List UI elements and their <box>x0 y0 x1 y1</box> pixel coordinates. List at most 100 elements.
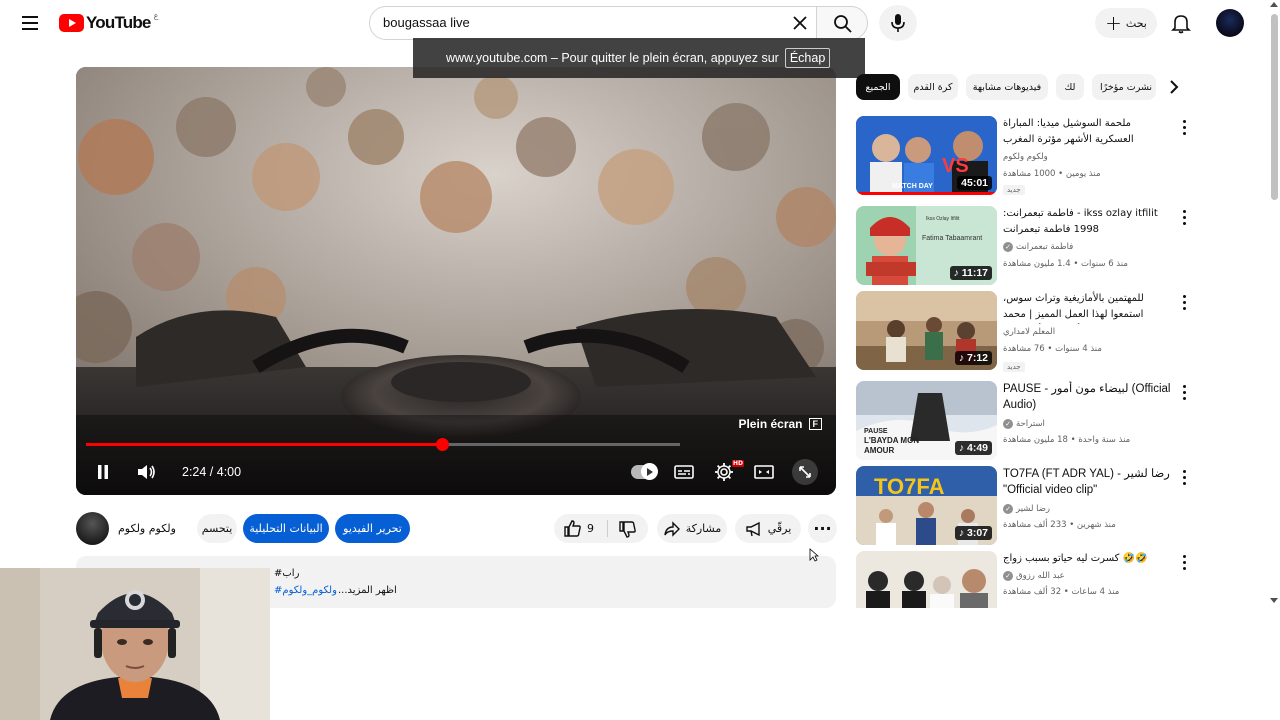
channel-avatar[interactable] <box>76 512 109 545</box>
chip-recently-uploaded[interactable]: نشرت مؤخرًا <box>1092 74 1156 100</box>
analytics-label: البيانات التحليلية <box>249 522 323 535</box>
volume-icon[interactable] <box>135 461 157 483</box>
notifications-bell-icon[interactable] <box>1170 12 1192 34</box>
youtube-logo[interactable]: YouTube ع <box>59 10 159 33</box>
progress-played <box>86 443 443 446</box>
new-badge: جديد <box>1003 362 1025 372</box>
chip-label: كرة القدم <box>913 81 953 93</box>
search-box <box>369 6 817 40</box>
video-thumbnail[interactable] <box>856 291 997 370</box>
promote-label: يرقّي <box>767 522 792 535</box>
edit-video-button[interactable]: تحرير الفيديو <box>335 514 410 543</box>
recommendation-channel[interactable]: المعلم لامداري <box>1003 327 1055 337</box>
pause-icon[interactable] <box>92 461 114 483</box>
time-display: 2:24 / 4:00 <box>182 465 242 479</box>
more-options-icon[interactable] <box>1179 468 1189 486</box>
recommendation-item[interactable]: PAUSE L'BAYDA MON AMOUR ♪ 4:49 PAUSE - ل… <box>856 381 1196 461</box>
recommendation-title[interactable]: PAUSE - لبيضاء مون أمور (Official Audio) <box>1003 381 1171 413</box>
video-thumbnail[interactable] <box>856 551 997 608</box>
verified-check-icon: ✓ <box>1003 419 1013 429</box>
share-arrow-icon <box>664 520 680 537</box>
recommendation-item[interactable]: Ikss Ozlay Itfilit Fatima Tabaamrant ♪ 1… <box>856 206 1196 286</box>
recommendation-channel[interactable]: استراحة ✓ <box>1003 419 1045 429</box>
scroll-down-arrow-icon[interactable] <box>1270 598 1278 603</box>
chip-all[interactable]: الجميع <box>856 74 900 100</box>
description-hashtag[interactable]: #ولكوم_ولكوم <box>274 585 337 596</box>
recommendation-channel[interactable]: فاطمة تبعمرانت ✓ <box>1003 242 1073 252</box>
like-thumb-icon[interactable] <box>563 519 582 538</box>
analytics-button[interactable]: البيانات التحليلية <box>243 514 329 543</box>
share-button[interactable]: مشاركة <box>657 514 727 543</box>
video-thumbnail[interactable]: TO7FA <box>856 466 997 545</box>
account-avatar[interactable] <box>1216 9 1244 37</box>
verified-check-icon: ✓ <box>1003 242 1013 252</box>
channel-name[interactable]: ولكوم ولكوم <box>118 522 176 535</box>
clear-search-icon[interactable] <box>790 13 810 33</box>
recommendation-title[interactable]: TO7FA (FT ADR YAL) - رضا لشير "Official … <box>1003 466 1171 498</box>
recommendation-item[interactable]: VS MATCH DAY 45:01 ملحمة السوشيل ميديا: … <box>856 116 1196 196</box>
fullscreen-shortcut-key: F <box>808 418 822 430</box>
recommendation-item[interactable]: 🤣🤣 كسرت ليه حياتو بسبب زواج عبد الله رزو… <box>856 551 1196 608</box>
svg-text:L'BAYDA MON: L'BAYDA MON <box>864 436 919 445</box>
like-count: 9 <box>587 522 594 535</box>
recommendation-title[interactable]: للمهتمين بالأمازيغية وتراث سوس، استمعوا … <box>1003 291 1171 324</box>
page-scrollbar[interactable] <box>1268 0 1280 610</box>
more-dots-icon: ··· <box>813 518 832 538</box>
recommendation-title[interactable]: 🤣🤣 كسرت ليه حياتو بسبب زواج <box>1003 551 1171 567</box>
player-controls: 2:24 / 4:00 HD <box>76 447 836 495</box>
mouse-cursor-icon <box>809 548 819 562</box>
more-options-icon[interactable] <box>1179 208 1189 226</box>
video-thumbnail[interactable]: PAUSE L'BAYDA MON AMOUR <box>856 381 997 460</box>
svg-text:PAUSE: PAUSE <box>864 428 888 435</box>
video-player[interactable]: Plein écran F 2:24 / 4:00 HD <box>76 67 836 495</box>
voice-search-button[interactable] <box>879 5 917 41</box>
search-button[interactable] <box>816 6 868 40</box>
scrollbar-thumb[interactable] <box>1271 14 1278 200</box>
chevron-right-icon[interactable] <box>1164 77 1184 97</box>
menu-icon[interactable] <box>18 12 42 36</box>
show-more-link[interactable]: ...اظهر المزيد <box>338 585 397 596</box>
like-divider <box>607 520 608 537</box>
video-thumbnail[interactable]: Ikss Ozlay Itfilit Fatima Tabaamrant <box>856 206 997 285</box>
customize-channel-button[interactable]: يتحسم <box>197 514 237 543</box>
more-options-icon[interactable] <box>1179 118 1189 136</box>
recommendation-item[interactable]: ♪ 7:12 للمهتمين بالأمازيغية وتراث سوس، ا… <box>856 291 1196 372</box>
recommendation-meta: منذ 4 ساعات • 32 ألف مشاهدة <box>1003 587 1120 597</box>
subtitles-icon[interactable] <box>673 461 695 483</box>
chip-for-you[interactable]: لك <box>1056 74 1084 100</box>
chip-football[interactable]: كرة القدم <box>908 74 958 100</box>
fullscreen-notice: www.youtube.com – Pour quitter le plein … <box>413 38 865 78</box>
recommendation-meta: منذ 4 سنوات • 76 مشاهدة <box>1003 344 1102 354</box>
promote-button[interactable]: يرقّي <box>735 514 801 543</box>
autoplay-toggle[interactable] <box>631 463 658 480</box>
svg-text:TO7FA: TO7FA <box>874 474 945 499</box>
recommendation-channel[interactable]: عبد الله رزوق ✓ <box>1003 571 1065 581</box>
hd-badge: HD <box>732 460 745 467</box>
description-tag: #راب <box>274 568 300 579</box>
more-actions-button[interactable]: ··· <box>808 514 837 543</box>
svg-text:VS: VS <box>942 155 969 177</box>
logo-country-code: ع <box>153 10 159 20</box>
search-input[interactable] <box>383 15 763 30</box>
recommendation-meta: منذ سنة واحدة • 18 مليون مشاهدة <box>1003 435 1131 445</box>
verified-check-icon: ✓ <box>1003 504 1013 514</box>
progress-bar[interactable] <box>86 438 680 451</box>
recommendation-meta: منذ يومين • 1000 مشاهدة <box>1003 169 1101 179</box>
recommendation-channel[interactable]: ولكوم ولكوم <box>1003 152 1048 162</box>
more-options-icon[interactable] <box>1179 553 1189 571</box>
scroll-up-arrow-icon[interactable] <box>1270 2 1278 7</box>
recommendation-item[interactable]: TO7FA ♪ 3:07 TO7FA (FT ADR YAL) - رضا لش… <box>856 466 1196 546</box>
exit-fullscreen-icon[interactable] <box>792 459 818 485</box>
create-button[interactable]: + بحث <box>1095 8 1157 38</box>
recommendation-title[interactable]: ملحمة السوشيل ميديا: المباراة العسكرية ا… <box>1003 116 1171 148</box>
recommendation-channel[interactable]: رضا لشير ✓ <box>1003 504 1050 514</box>
more-options-icon[interactable] <box>1179 293 1189 311</box>
dislike-thumb-icon[interactable] <box>618 520 637 539</box>
more-options-icon[interactable] <box>1179 383 1189 401</box>
theater-mode-icon[interactable] <box>753 461 775 483</box>
recommendation-title[interactable]: ikss ozlay itfilit - فاطمة تبعمرانت: 199… <box>1003 206 1171 238</box>
channel-name: فاطمة تبعمرانت <box>1016 242 1074 252</box>
video-thumbnail[interactable]: VS MATCH DAY <box>856 116 997 195</box>
customize-label: يتحسم <box>201 522 233 535</box>
chip-similar-videos[interactable]: فيديوهات مشابهة <box>966 74 1048 100</box>
